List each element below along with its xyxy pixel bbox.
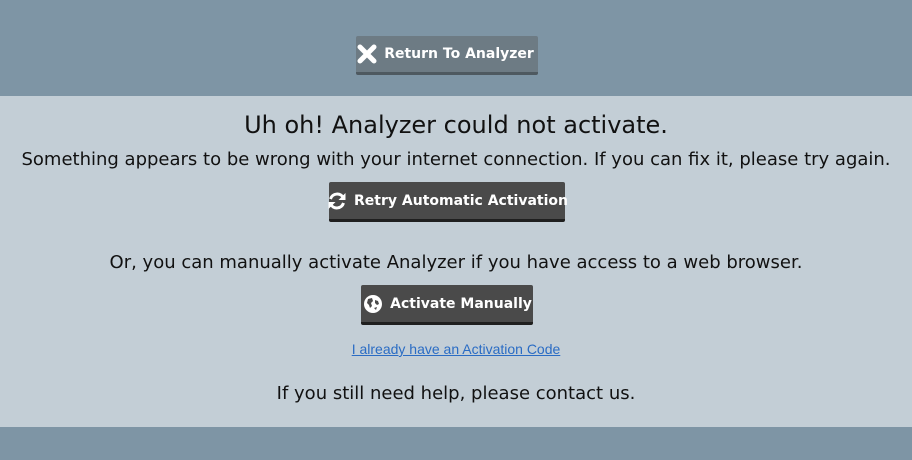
activate-manually-label: Activate Manually: [390, 295, 532, 312]
retry-button-label: Retry Automatic Activation: [354, 192, 568, 209]
page-title: Uh oh! Analyzer could not activate.: [244, 111, 668, 139]
return-to-analyzer-button[interactable]: Return To Analyzer: [356, 36, 538, 75]
help-message: If you still need help, please contact u…: [276, 383, 636, 404]
refresh-icon: [326, 190, 348, 212]
manual-activation-message: Or, you can manually activate Analyzer i…: [109, 252, 803, 273]
connection-message: Something appears to be wrong with your …: [21, 149, 891, 170]
activation-code-link[interactable]: I already have an Activation Code: [352, 341, 561, 357]
retry-activation-button[interactable]: Retry Automatic Activation: [326, 182, 568, 222]
activate-manually-button[interactable]: Activate Manually: [361, 285, 533, 325]
activation-code-link-wrapper: I already have an Activation Code: [0, 341, 912, 357]
globe-icon: [362, 293, 384, 315]
close-icon: [356, 43, 378, 65]
header-band: Return To Analyzer: [0, 0, 912, 96]
footer-band: [0, 427, 912, 460]
return-button-label: Return To Analyzer: [384, 46, 534, 62]
